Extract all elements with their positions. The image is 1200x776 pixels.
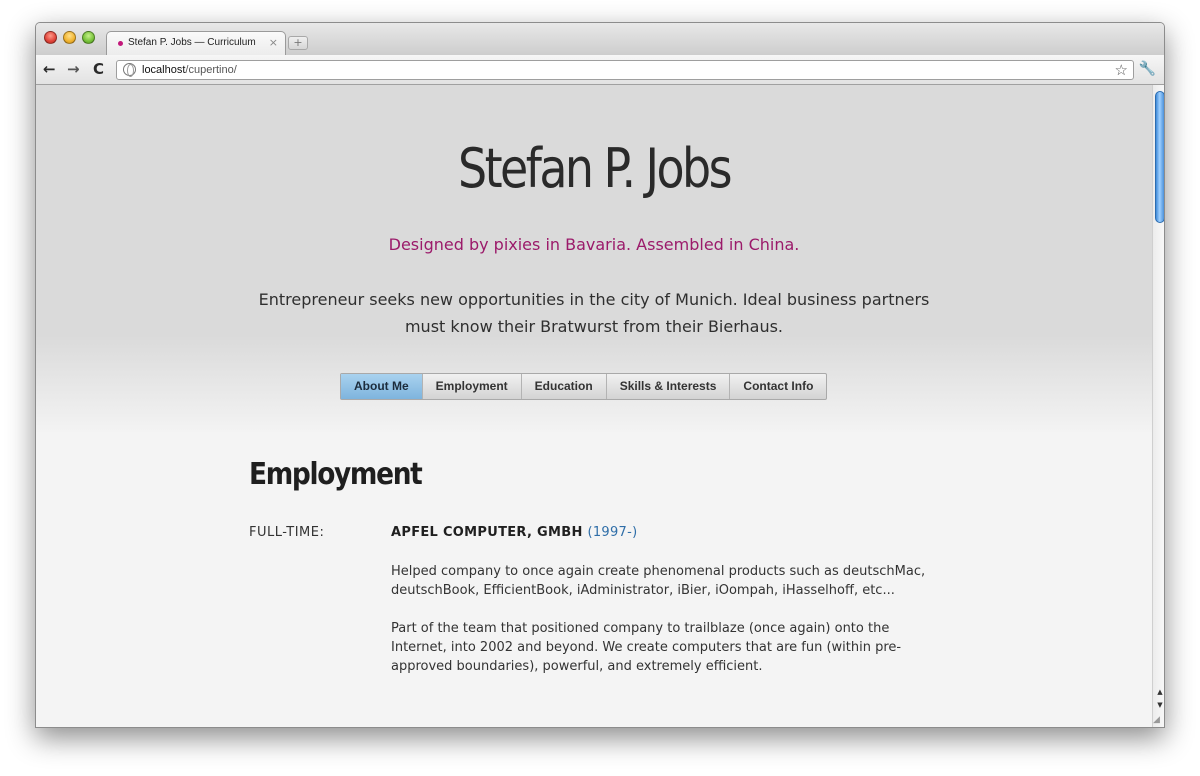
nav-about-me[interactable]: About Me: [341, 374, 422, 399]
tagline: Designed by pixies in Bavaria. Assembled…: [388, 235, 800, 254]
scrollbar-thumb[interactable]: [1155, 91, 1164, 223]
resize-grip-icon[interactable]: ◢: [1153, 715, 1160, 725]
reload-button[interactable]: C: [93, 61, 104, 77]
section-heading: Employment: [249, 457, 423, 492]
globe-icon: [123, 63, 136, 77]
scroll-down-arrow-icon[interactable]: ▼: [1154, 699, 1164, 711]
tab-close-icon[interactable]: ×: [269, 36, 278, 49]
zoom-window-button[interactable]: [82, 31, 95, 44]
forward-button[interactable]: →: [67, 61, 80, 77]
company-name: APFEL COMPUTER, GMBH (1997-): [391, 525, 638, 540]
address-bar[interactable]: localhost/cupertino/ ☆: [116, 60, 1134, 80]
new-tab-button[interactable]: +: [288, 36, 308, 50]
job-description-1: Helped company to once again create phen…: [391, 564, 926, 598]
url-path: /cupertino/: [185, 64, 237, 76]
nav-skills-interests[interactable]: Skills & Interests: [605, 374, 730, 399]
job-description-2: Part of the team that positioned company…: [391, 621, 902, 674]
scroll-up-arrow-icon[interactable]: ▲: [1154, 686, 1164, 698]
job-years: (1997-): [587, 525, 638, 540]
minimize-window-button[interactable]: [63, 31, 76, 44]
browser-toolbar: ← → C localhost/cupertino/ ☆ 🔧: [36, 55, 1164, 85]
back-button[interactable]: ←: [43, 61, 56, 77]
wrench-menu-icon[interactable]: 🔧: [1139, 61, 1156, 77]
tab-title: Stefan P. Jobs — Curriculum: [128, 37, 256, 48]
page-viewport: Stefan P. Jobs Designed by pixies in Bav…: [36, 85, 1152, 727]
page-title: Stefan P. Jobs: [457, 137, 733, 200]
nav-education[interactable]: Education: [520, 374, 606, 399]
vertical-scrollbar[interactable]: ▲ ▼: [1152, 85, 1164, 727]
tab-strip: Stefan P. Jobs — Curriculum × +: [36, 23, 1164, 55]
url-text[interactable]: localhost/cupertino/: [142, 64, 237, 76]
close-window-button[interactable]: [44, 31, 57, 44]
job-type-label: FULL-TIME:: [249, 525, 325, 540]
section-nav: About Me Employment Education Skills & I…: [340, 373, 828, 400]
bookmark-star-icon[interactable]: ☆: [1115, 61, 1128, 79]
company-label: APFEL COMPUTER, GMBH: [391, 525, 583, 540]
browser-window: Stefan P. Jobs — Curriculum × + ← → C lo…: [35, 22, 1165, 728]
browser-tab[interactable]: Stefan P. Jobs — Curriculum ×: [106, 31, 286, 55]
url-host: localhost: [142, 64, 186, 76]
nav-employment[interactable]: Employment: [421, 374, 521, 399]
intro-text: Entrepreneur seeks new opportunities in …: [258, 290, 930, 336]
favicon-icon: [118, 41, 123, 46]
nav-contact-info[interactable]: Contact Info: [729, 374, 826, 399]
